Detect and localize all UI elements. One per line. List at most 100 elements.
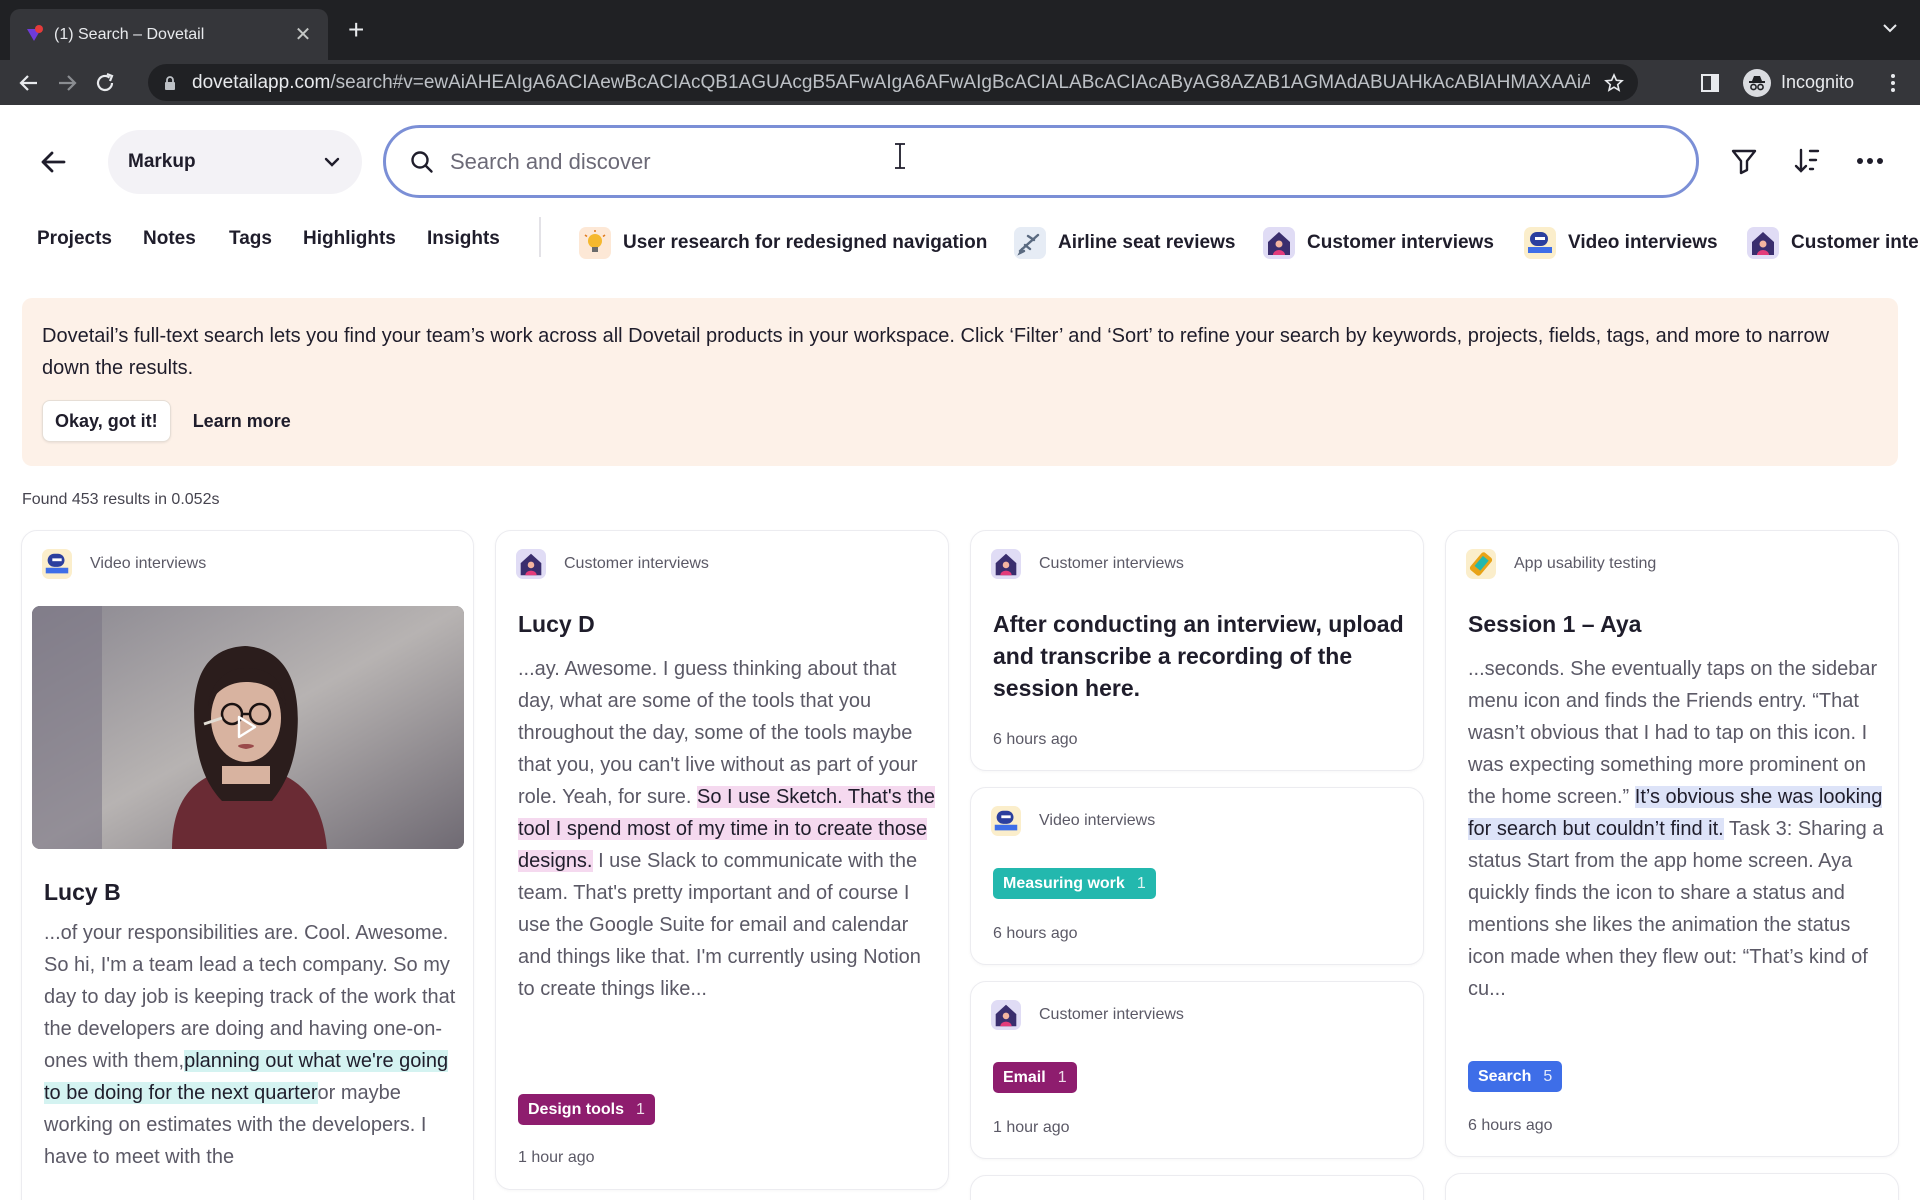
browser-back-icon[interactable] bbox=[12, 66, 46, 100]
browser-tab-bar: (1) Search – Dovetail ✕ + bbox=[0, 0, 1920, 60]
house-person-icon bbox=[991, 549, 1021, 579]
card-project: Video interviews bbox=[991, 806, 1155, 836]
tag-email[interactable]: Email 1 bbox=[993, 1062, 1077, 1093]
tag-label: Measuring work bbox=[1003, 874, 1125, 892]
dovetail-favicon-icon bbox=[24, 24, 44, 45]
nav-highlights[interactable]: Highlights bbox=[303, 228, 396, 250]
card-timestamp: 6 hours ago bbox=[1468, 1117, 1553, 1134]
nav-notes[interactable]: Notes bbox=[143, 228, 196, 250]
incognito-icon bbox=[1742, 68, 1771, 97]
incognito-profile[interactable]: Incognito bbox=[1739, 66, 1868, 99]
browser-menu-icon[interactable] bbox=[1882, 72, 1904, 94]
nav-insights[interactable]: Insights bbox=[427, 228, 500, 250]
search-icon bbox=[410, 150, 434, 174]
lock-icon[interactable] bbox=[162, 75, 178, 91]
banner-actions: Okay, got it! Learn more bbox=[42, 400, 291, 442]
close-tab-icon[interactable]: ✕ bbox=[292, 22, 314, 47]
okay-got-it-button[interactable]: Okay, got it! bbox=[42, 400, 171, 442]
card-timestamp: 6 hours ago bbox=[993, 731, 1078, 748]
search-tip-banner: Dovetail’s full-text search lets you fin… bbox=[22, 298, 1898, 466]
card-project-label: App usability testing bbox=[1514, 555, 1657, 572]
tab-search-chevron-icon[interactable] bbox=[1880, 18, 1900, 38]
browser-forward-icon[interactable] bbox=[50, 66, 84, 100]
tab-title: (1) Search – Dovetail bbox=[54, 25, 205, 43]
more-options-icon[interactable] bbox=[1854, 145, 1886, 177]
project-chip-label: Airline seat reviews bbox=[1058, 232, 1236, 253]
new-tab-icon[interactable]: + bbox=[348, 16, 364, 44]
workspace-dropdown[interactable]: Markup bbox=[108, 130, 362, 194]
card-title: Session 1 – Aya bbox=[1468, 611, 1642, 637]
tag-label: Design tools bbox=[528, 1100, 625, 1118]
phone-usability-icon bbox=[1466, 549, 1496, 579]
tag-measuring-work[interactable]: Measuring work 1 bbox=[993, 868, 1156, 899]
dovetail-app: Markup Projects Notes Tags Highlights In… bbox=[0, 105, 1920, 1200]
result-card[interactable]: Customer interviews Lucy D ...ay. Awesom… bbox=[495, 530, 949, 1190]
browser-tab[interactable]: (1) Search – Dovetail ✕ bbox=[10, 9, 328, 60]
browser-reload-icon[interactable] bbox=[88, 66, 122, 100]
side-panel-icon[interactable] bbox=[1699, 72, 1721, 94]
excerpt-text: Task 3: Sharing a status Start from the … bbox=[1468, 818, 1884, 1000]
airplane-icon bbox=[1014, 227, 1046, 259]
nav-divider bbox=[539, 217, 541, 257]
project-chip-video-interviews[interactable]: Video interviews bbox=[1524, 218, 1718, 268]
result-card[interactable] bbox=[1445, 1173, 1899, 1200]
card-project-label: Customer interviews bbox=[1039, 555, 1184, 572]
interview-icon bbox=[1524, 227, 1556, 259]
play-icon[interactable] bbox=[236, 714, 258, 740]
card-project-label: Video interviews bbox=[1039, 812, 1156, 829]
browser-toolbar: dovetailapp.com/search#v=ewAiAHEAIgA6ACI… bbox=[0, 60, 1920, 105]
excerpt-text: I use Slack to communicate with the team… bbox=[518, 850, 921, 1000]
card-project-label: Customer interviews bbox=[1039, 1006, 1184, 1023]
card-timestamp: 1 hour ago bbox=[993, 1119, 1070, 1136]
tag-count: 1 bbox=[636, 1100, 645, 1118]
tag-label: Search bbox=[1478, 1067, 1532, 1085]
url-host: dovetailapp.com bbox=[192, 71, 331, 93]
card-title: Lucy B bbox=[44, 879, 121, 905]
workspace-label: Markup bbox=[128, 151, 196, 172]
nav-projects[interactable]: Projects bbox=[37, 228, 112, 250]
result-card[interactable] bbox=[970, 1175, 1424, 1200]
learn-more-link[interactable]: Learn more bbox=[193, 411, 291, 432]
card-title: Lucy D bbox=[518, 611, 595, 637]
nav-tags[interactable]: Tags bbox=[229, 228, 272, 250]
incognito-label: Incognito bbox=[1780, 72, 1854, 92]
tag-search[interactable]: Search 5 bbox=[1468, 1061, 1563, 1092]
result-card[interactable]: Video interviews Lucy B ...of your respo… bbox=[21, 530, 474, 1200]
url-text: dovetailapp.com/search#v=ewAiAHEAIgA6ACI… bbox=[192, 72, 1590, 94]
results-count: Found 453 results in 0.052s bbox=[22, 491, 220, 508]
house-person-icon bbox=[991, 1000, 1021, 1030]
card-project: Customer interviews bbox=[991, 1000, 1184, 1030]
project-chip-label: Customer interviews bbox=[1307, 232, 1494, 253]
result-card[interactable]: Customer interviews After conducting an … bbox=[970, 530, 1424, 771]
search-field[interactable] bbox=[383, 125, 1699, 198]
video-thumbnail[interactable] bbox=[32, 606, 464, 849]
project-chip-user-research[interactable]: User research for redesigned navigation bbox=[579, 218, 987, 268]
project-chip-customer-interviews[interactable]: Customer interviews bbox=[1263, 218, 1494, 268]
bookmark-star-icon[interactable] bbox=[1604, 72, 1624, 93]
url-path: /search#v=ewAiAHEAIgA6ACIAewBcACIAcQB1AG… bbox=[330, 71, 1590, 93]
search-input[interactable] bbox=[450, 148, 1672, 175]
card-timestamp: 6 hours ago bbox=[993, 925, 1078, 942]
text-cursor-icon bbox=[893, 142, 907, 170]
interview-icon bbox=[991, 806, 1021, 836]
tag-design-tools[interactable]: Design tools 1 bbox=[518, 1094, 655, 1125]
sort-icon[interactable] bbox=[1792, 145, 1824, 177]
house-person-icon bbox=[516, 549, 546, 579]
chevron-down-icon bbox=[322, 152, 342, 172]
project-chip-customer-interviews-2[interactable]: Customer inte bbox=[1747, 218, 1919, 268]
filter-icon[interactable] bbox=[1728, 145, 1760, 177]
card-project: App usability testing bbox=[1466, 549, 1656, 579]
card-timestamp: 1 hour ago bbox=[518, 1149, 595, 1166]
result-card[interactable]: Customer interviews Email 1 1 hour ago bbox=[970, 981, 1424, 1159]
address-bar[interactable]: dovetailapp.com/search#v=ewAiAHEAIgA6ACI… bbox=[148, 64, 1638, 101]
interview-icon bbox=[42, 549, 72, 579]
result-card[interactable]: App usability testing Session 1 – Aya ..… bbox=[1445, 530, 1899, 1157]
lightbulb-icon bbox=[579, 227, 611, 259]
back-arrow-icon[interactable] bbox=[36, 145, 70, 179]
project-chip-label: Customer inte bbox=[1791, 232, 1919, 253]
tag-label: Email bbox=[1003, 1068, 1046, 1086]
project-chip-airline[interactable]: Airline seat reviews bbox=[1014, 218, 1235, 268]
card-project: Customer interviews bbox=[991, 549, 1184, 579]
house-person-icon bbox=[1263, 227, 1295, 259]
result-card[interactable]: Video interviews Measuring work 1 6 hours… bbox=[970, 787, 1424, 965]
